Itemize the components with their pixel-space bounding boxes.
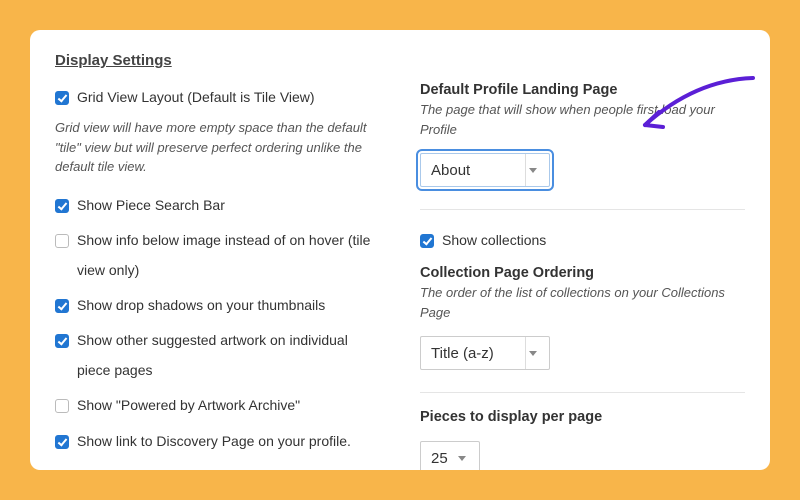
drop-shadows-label: Show drop shadows on your thumbnails xyxy=(77,291,325,320)
landing-page-value: About xyxy=(431,162,515,179)
show-collections-label: Show collections xyxy=(442,226,546,255)
discovery-link-label: Show link to Discovery Page on your prof… xyxy=(77,427,351,456)
option-grid-view: Grid View Layout (Default is Tile View) xyxy=(55,83,380,112)
per-page-heading: Pieces to display per page xyxy=(420,409,745,425)
suggested-artwork-checkbox[interactable] xyxy=(55,334,69,348)
divider xyxy=(420,392,745,393)
landing-page-description: The page that will show when people firs… xyxy=(420,100,745,139)
option-suggested-artwork: Show other suggested artwork on individu… xyxy=(55,326,380,385)
grid-view-description: Grid view will have more empty space tha… xyxy=(55,118,380,177)
option-discovery-link: Show link to Discovery Page on your prof… xyxy=(55,427,380,456)
per-page-value: 25 xyxy=(431,450,451,467)
ordering-select[interactable]: Title (a-z) xyxy=(420,336,550,370)
suggested-artwork-label: Show other suggested artwork on individu… xyxy=(77,326,380,385)
left-column: Display Settings Grid View Layout (Defau… xyxy=(55,52,380,470)
powered-by-label: Show "Powered by Artwork Archive" xyxy=(77,391,300,420)
info-below-checkbox[interactable] xyxy=(55,234,69,248)
landing-page-heading: Default Profile Landing Page xyxy=(420,82,745,98)
landing-page-select[interactable]: About xyxy=(420,153,550,187)
option-drop-shadows: Show drop shadows on your thumbnails xyxy=(55,291,380,320)
option-search-bar: Show Piece Search Bar xyxy=(55,191,380,220)
option-info-below: Show info below image instead of on hove… xyxy=(55,226,380,285)
grid-view-label: Grid View Layout (Default is Tile View) xyxy=(77,83,315,112)
chevron-down-icon xyxy=(525,154,539,186)
drop-shadows-checkbox[interactable] xyxy=(55,299,69,313)
discovery-link-checkbox[interactable] xyxy=(55,435,69,449)
grid-view-checkbox[interactable] xyxy=(55,91,69,105)
right-column: Default Profile Landing Page The page th… xyxy=(420,52,745,470)
info-below-label: Show info below image instead of on hove… xyxy=(77,226,380,285)
ordering-description: The order of the list of collections on … xyxy=(420,283,745,322)
per-page-select[interactable]: 25 xyxy=(420,441,480,470)
powered-by-checkbox[interactable] xyxy=(55,399,69,413)
chevron-down-icon xyxy=(455,442,469,470)
divider xyxy=(420,209,745,210)
show-collections-checkbox[interactable] xyxy=(420,234,434,248)
ordering-value: Title (a-z) xyxy=(431,345,515,362)
option-powered-by: Show "Powered by Artwork Archive" xyxy=(55,391,380,420)
section-title: Display Settings xyxy=(55,52,380,69)
search-bar-checkbox[interactable] xyxy=(55,199,69,213)
settings-panel: Display Settings Grid View Layout (Defau… xyxy=(30,30,770,470)
ordering-heading: Collection Page Ordering xyxy=(420,265,745,281)
option-show-collections: Show collections xyxy=(420,226,745,255)
chevron-down-icon xyxy=(525,337,539,369)
search-bar-label: Show Piece Search Bar xyxy=(77,191,225,220)
